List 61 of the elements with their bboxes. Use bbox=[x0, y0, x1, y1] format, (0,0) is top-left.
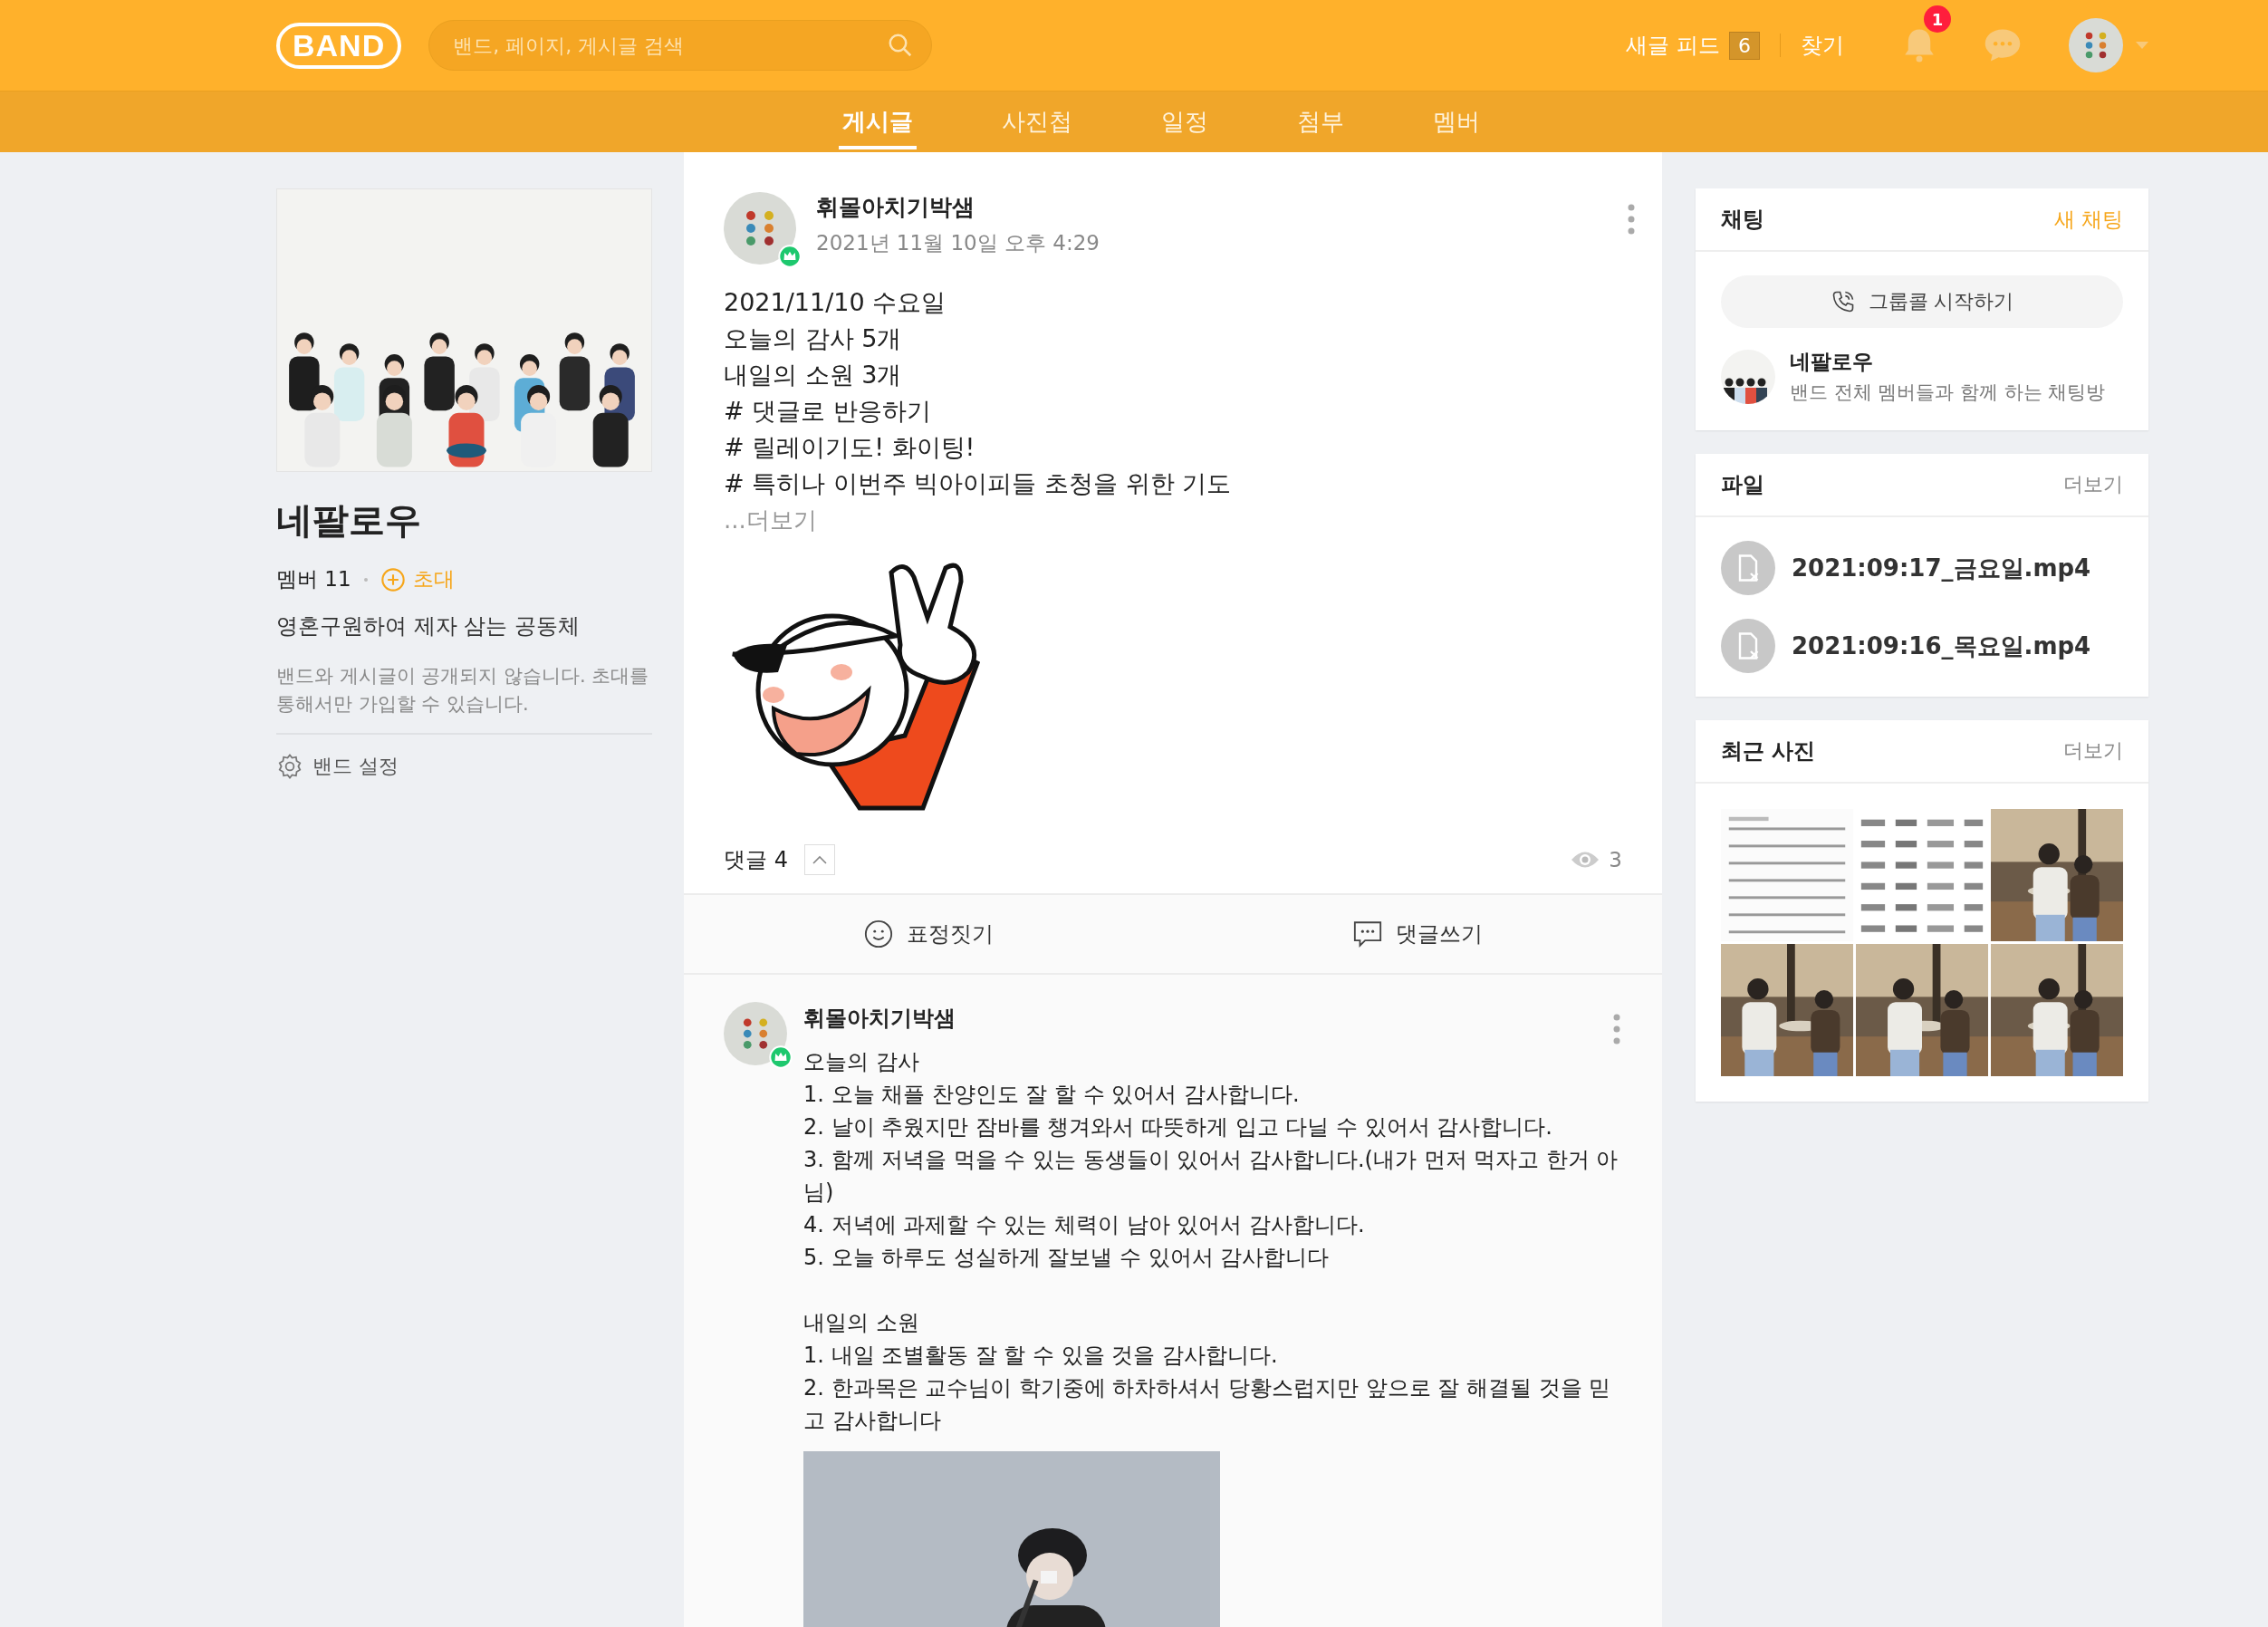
comment-text: 4. 저녁에 과제할 수 있는 체력이 남아 있어서 감사합니다. bbox=[803, 1211, 1366, 1239]
emotion-button[interactable]: 표정짓기 bbox=[684, 895, 1173, 973]
more-link[interactable]: 더보기 bbox=[2063, 471, 2123, 498]
settings-icon bbox=[276, 753, 303, 780]
comment-count[interactable]: 댓글 4 bbox=[724, 845, 788, 874]
card-title: 파일 bbox=[1721, 471, 1764, 499]
file-item[interactable]: 2021:09:16_목요일.mp4 bbox=[1721, 619, 2123, 673]
band-description: 영혼구원하여 제자 삼는 공동체 bbox=[276, 612, 581, 640]
write-comment-button[interactable]: 댓글쓰기 bbox=[1173, 895, 1662, 973]
comment-text: 오늘의 감사 bbox=[803, 1048, 920, 1076]
card-title: 최근 사진 bbox=[1721, 737, 1816, 765]
comment-text: 1. 내일 조별활동 잘 할 수 있을 것을 감사합니다. bbox=[803, 1342, 1279, 1370]
comment-text: 내일의 소원 bbox=[803, 1309, 920, 1337]
crown-icon bbox=[778, 245, 802, 268]
eye-icon bbox=[1571, 850, 1600, 870]
comment-text: 1. 오늘 채플 찬양인도 잘 할 수 있어서 감사합니다. bbox=[803, 1081, 1301, 1109]
member-count[interactable]: 멤버 11 bbox=[276, 565, 351, 593]
file-icon bbox=[1721, 541, 1775, 595]
comment-icon bbox=[1352, 919, 1383, 948]
comment-text: 5. 오늘 하루도 성실하게 잘보낼 수 있어서 감사합니다 bbox=[803, 1244, 1331, 1272]
nav-tab[interactable]: 멤버 bbox=[1429, 93, 1484, 149]
privacy-note: 밴드와 게시글이 공개되지 않습니다. 초대를 통해서만 가입할 수 있습니다. bbox=[276, 662, 652, 735]
comment-text: 2. 한과목은 교수님이 학기중에 하차하셔서 당황스럽지만 앞으로 잘 해결될 것을 믿고 감사합니다 bbox=[803, 1374, 1612, 1435]
post-text: # 특히나 이번주 빅아이피들 초청을 위한 기도 bbox=[724, 468, 1233, 499]
post-text: # 릴레이기도! 화이팅! bbox=[724, 432, 976, 463]
file-icon bbox=[1721, 619, 1775, 673]
post-text: 오늘의 감사 5개 bbox=[724, 323, 903, 354]
comment-text: 3. 함께 저녁을 먹을 수 있는 동생들이 있어서 감사합니다.(내가 먼저 먹자고 한거 아님) bbox=[803, 1146, 1619, 1207]
chevron-up-icon bbox=[812, 855, 827, 864]
chat-room-name[interactable]: 네팔로우 bbox=[1790, 348, 2106, 376]
new-feed-link[interactable]: 새글 피드 bbox=[1626, 31, 1720, 60]
band-name: 네팔로우 bbox=[276, 498, 422, 543]
nav-tab[interactable]: 일정 bbox=[1158, 93, 1212, 149]
read-more-link[interactable]: ...더보기 bbox=[724, 502, 1622, 538]
card-title: 채팅 bbox=[1721, 206, 1764, 234]
comment-author[interactable]: 휘몰아치기박샘 bbox=[803, 1002, 956, 1045]
post-time: 2021년 11월 10일 오후 4:29 bbox=[816, 230, 1100, 256]
crown-icon bbox=[769, 1045, 793, 1069]
more-icon[interactable] bbox=[1626, 203, 1637, 236]
comment-text: 2. 날이 추웠지만 잠바를 챙겨와서 따뜻하게 입고 다닐 수 있어서 감사합니다. bbox=[803, 1113, 1553, 1141]
group-call-button[interactable]: 그룹콜 시작하기 bbox=[1721, 275, 2123, 328]
notification-badge: 1 bbox=[1924, 5, 1951, 33]
post-text: # 댓글로 반응하기 bbox=[724, 396, 932, 427]
band-logo[interactable]: BAND bbox=[276, 22, 402, 69]
view-count: 3 bbox=[1609, 848, 1622, 871]
new-chat-link[interactable]: 새 채팅 bbox=[2053, 205, 2123, 234]
band-settings-button[interactable]: 밴드 설정 bbox=[276, 753, 399, 780]
smiley-icon bbox=[863, 919, 894, 949]
post-author[interactable]: 휘몰아치기박샘 bbox=[816, 192, 1626, 222]
find-link[interactable]: 찾기 bbox=[1801, 31, 1844, 60]
chat-room-description: 밴드 전체 멤버들과 함께 하는 채팅방 bbox=[1790, 380, 2106, 405]
post-text: 2021/11/10 수요일 bbox=[724, 287, 947, 318]
post-text: 내일의 소원 3개 bbox=[724, 360, 903, 390]
nav-tab[interactable]: 사진첩 bbox=[998, 93, 1076, 149]
more-link[interactable]: 더보기 bbox=[2063, 737, 2123, 765]
feed-count: 6 bbox=[1729, 31, 1760, 60]
nav-tab[interactable]: 첨부 bbox=[1293, 93, 1348, 149]
plus-circle-icon bbox=[380, 566, 406, 592]
file-item[interactable]: 2021:09:17_금요일.mp4 bbox=[1721, 541, 2123, 595]
search-field[interactable]: 밴드, 페이지, 게시글 검색 bbox=[428, 20, 933, 71]
separator-dot bbox=[363, 577, 368, 582]
